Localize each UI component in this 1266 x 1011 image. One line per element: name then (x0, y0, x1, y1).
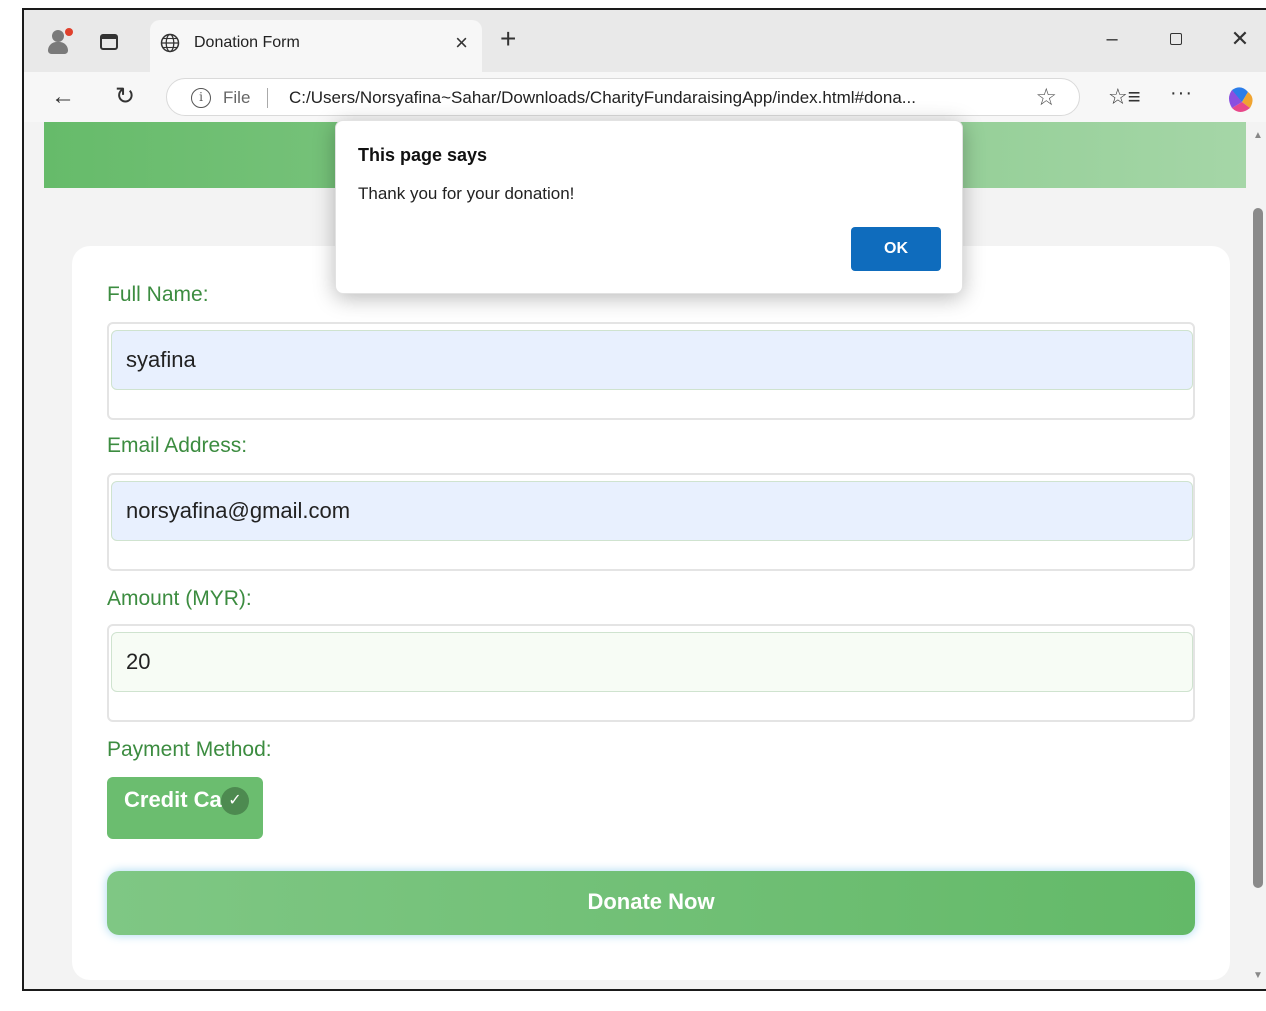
amount-field-wrap: 20 (107, 624, 1195, 722)
payment-method-value: Credit Ca (124, 787, 222, 812)
more-menu-button[interactable]: ··· (1170, 82, 1193, 105)
minimize-button[interactable]: – (1092, 24, 1132, 54)
info-icon[interactable]: i (191, 88, 211, 108)
address-separator (267, 88, 268, 108)
email-label: Email Address: (107, 434, 248, 457)
alert-dialog: This page says Thank you for your donati… (335, 120, 963, 294)
full-name-field-wrap: syafina (107, 322, 1195, 420)
globe-icon (160, 33, 180, 53)
full-name-input[interactable]: syafina (111, 330, 1193, 390)
payment-method-label: Payment Method: (107, 738, 272, 761)
profile-icon[interactable] (46, 28, 74, 56)
reload-button[interactable]: ↻ (110, 82, 140, 112)
scrollbar-thumb[interactable] (1253, 208, 1263, 888)
maximize-icon (1170, 33, 1182, 45)
browser-window: Donation Form × + – ✕ ← ↻ i File C:/User… (22, 8, 1266, 991)
email-field-wrap: norsyafina@gmail.com (107, 473, 1195, 571)
donate-now-button[interactable]: Donate Now (107, 871, 1195, 935)
tab-close-icon[interactable]: × (455, 30, 468, 56)
payment-method-select[interactable]: Credit Ca ✓ (107, 777, 263, 839)
close-window-button[interactable]: ✕ (1220, 24, 1260, 54)
scroll-up-icon[interactable]: ▲ (1253, 130, 1263, 141)
tab-title: Donation Form (194, 34, 300, 51)
amount-label: Amount (MYR): (107, 587, 252, 610)
tab-donation-form[interactable]: Donation Form × (150, 20, 482, 72)
amount-input[interactable]: 20 (111, 632, 1193, 692)
tab-actions-icon[interactable] (100, 34, 118, 50)
full-name-label: Full Name: (107, 283, 209, 306)
chevron-down-icon: ✓ (221, 787, 249, 815)
email-input[interactable]: norsyafina@gmail.com (111, 481, 1193, 541)
copilot-icon[interactable] (1226, 86, 1256, 114)
url-text[interactable]: C:/Users/Norsyafina~Sahar/Downloads/Char… (289, 88, 916, 108)
scrollbar[interactable]: ▲ ▼ (1248, 122, 1266, 989)
favorite-star-icon[interactable]: ☆ (1035, 83, 1057, 112)
navigation-bar: ← ↻ i File C:/Users/Norsyafina~Sahar/Dow… (24, 72, 1266, 122)
scroll-down-icon[interactable]: ▼ (1253, 970, 1263, 981)
new-tab-button[interactable]: + (500, 24, 516, 54)
address-bar[interactable]: i File C:/Users/Norsyafina~Sahar/Downloa… (166, 78, 1080, 116)
donation-form-card: Full Name: syafina Email Address: norsya… (72, 246, 1230, 980)
tab-strip: Donation Form × + – ✕ (24, 10, 1266, 72)
url-scheme-label: File (223, 88, 251, 107)
dialog-title: This page says (358, 145, 488, 165)
dialog-message: Thank you for your donation! (358, 184, 575, 203)
favorites-icon[interactable]: ☆≡ (1108, 84, 1141, 110)
ok-button[interactable]: OK (851, 227, 941, 271)
back-button[interactable]: ← (48, 82, 78, 112)
maximize-button[interactable] (1156, 24, 1196, 54)
